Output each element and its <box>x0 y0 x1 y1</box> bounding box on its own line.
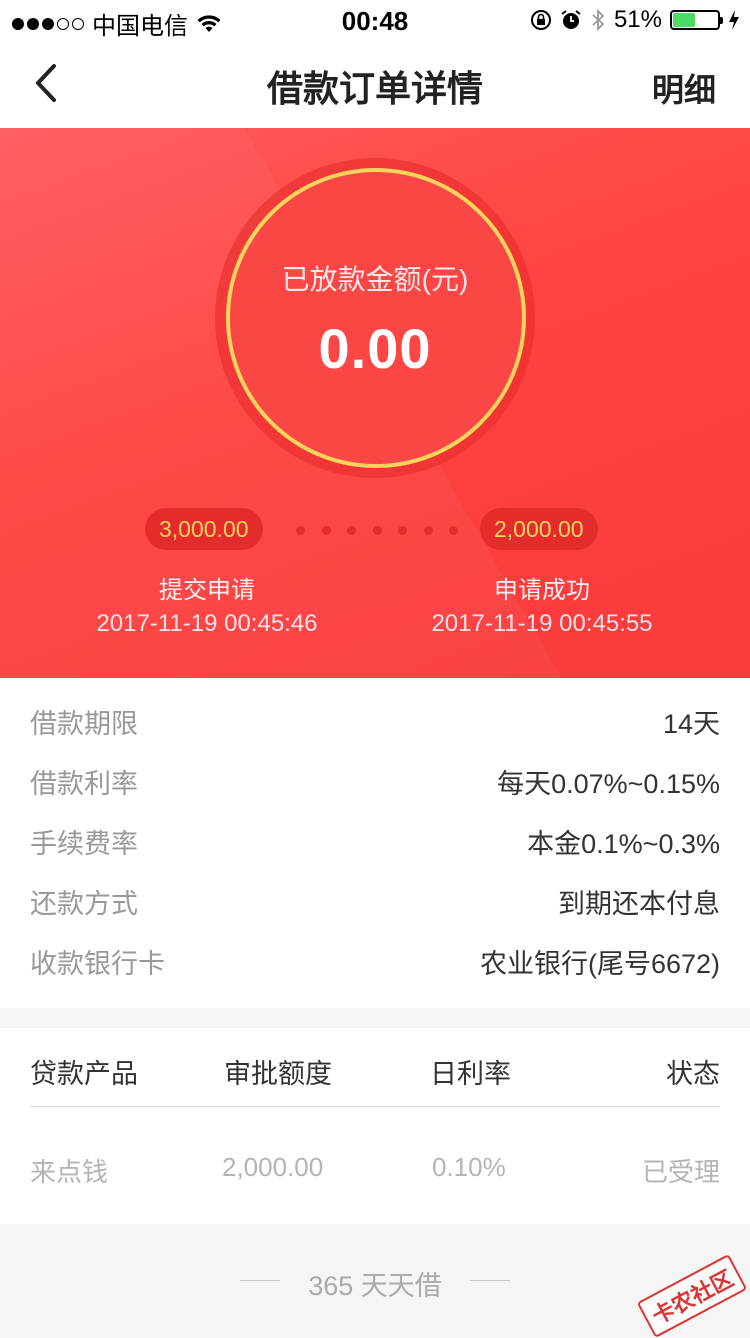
info-value: 14天 <box>662 709 720 739</box>
nav-bar: 借款订单详情 明细 <box>0 40 750 128</box>
table-divider <box>30 1106 720 1107</box>
step-success-label: 申请成功 <box>494 577 590 604</box>
loan-info-list: 借款期限 14天 借款利率 每天0.07%~0.15% 手续费率 本金0.1%~… <box>0 678 750 1008</box>
rotation-lock-icon <box>530 10 551 30</box>
info-value: 本金0.1%~0.3% <box>527 829 720 859</box>
table-header-status: 状态 <box>666 1059 720 1089</box>
footer-brand: 365 天天借 <box>308 1271 442 1301</box>
info-value: 农业银行(尾号6672) <box>479 949 720 979</box>
status-right: 51% <box>530 6 740 34</box>
footer: 365 天天借 卡农社区 <box>0 1224 750 1338</box>
info-key: 借款期限 <box>30 709 138 739</box>
info-value: 到期还本付息 <box>558 889 720 919</box>
info-row-repayment: 还款方式 到期还本付息 <box>30 864 720 924</box>
table-header-daily-rate: 日利率 <box>430 1059 511 1089</box>
info-key: 借款利率 <box>30 769 138 799</box>
info-row-bank-card: 收款银行卡 农业银行(尾号6672) <box>30 924 720 984</box>
table-cell-daily-rate: 0.10% <box>432 1152 506 1182</box>
footer-line-right <box>470 1280 510 1281</box>
alarm-icon <box>561 10 581 29</box>
step-submit-label: 提交申请 <box>159 577 255 604</box>
table-header-product: 贷款产品 <box>30 1059 138 1089</box>
table-cell-status: 已受理 <box>641 1157 720 1187</box>
step-success-time: 2017-11-19 00:45:55 <box>431 610 653 637</box>
info-key: 手续费率 <box>30 829 138 859</box>
detail-button[interactable]: 明细 <box>652 65 716 111</box>
approved-amount-badge: 2,000.00 <box>480 508 598 550</box>
info-key: 收款银行卡 <box>30 949 165 979</box>
loan-summary-card: 已放款金额(元) 0.00 3,000.00 2,000.00 提交申请 201… <box>0 128 750 678</box>
disbursed-amount: 0.00 <box>318 317 432 380</box>
table-cell-product: 来点钱 <box>30 1157 109 1187</box>
page-title: 借款订单详情 <box>266 68 483 109</box>
status-bar: 中国电信 00:48 51% <box>0 0 750 40</box>
table-cell-limit: 2,000.00 <box>222 1152 324 1182</box>
info-value: 每天0.07%~0.15% <box>497 769 720 799</box>
table-header-limit: 审批额度 <box>224 1059 332 1089</box>
submitted-amount-badge: 3,000.00 <box>145 508 263 550</box>
step-submit-time: 2017-11-19 00:45:46 <box>96 610 318 637</box>
loan-product-table: 贷款产品 审批额度 日利率 状态 来点钱 2,000.00 0.10% 已受理 <box>0 1028 750 1224</box>
bluetooth-icon <box>592 8 605 32</box>
info-row-fee: 手续费率 本金0.1%~0.3% <box>30 804 720 864</box>
battery-icon <box>670 10 723 30</box>
info-row-term: 借款期限 14天 <box>30 684 720 744</box>
amount-label: 已放款金额(元) <box>281 264 469 295</box>
progress-dots <box>296 526 458 535</box>
info-row-rate: 借款利率 每天0.07%~0.15% <box>30 744 720 804</box>
battery-percent: 51% <box>613 6 662 33</box>
info-key: 还款方式 <box>30 889 138 919</box>
charging-icon <box>729 10 739 30</box>
